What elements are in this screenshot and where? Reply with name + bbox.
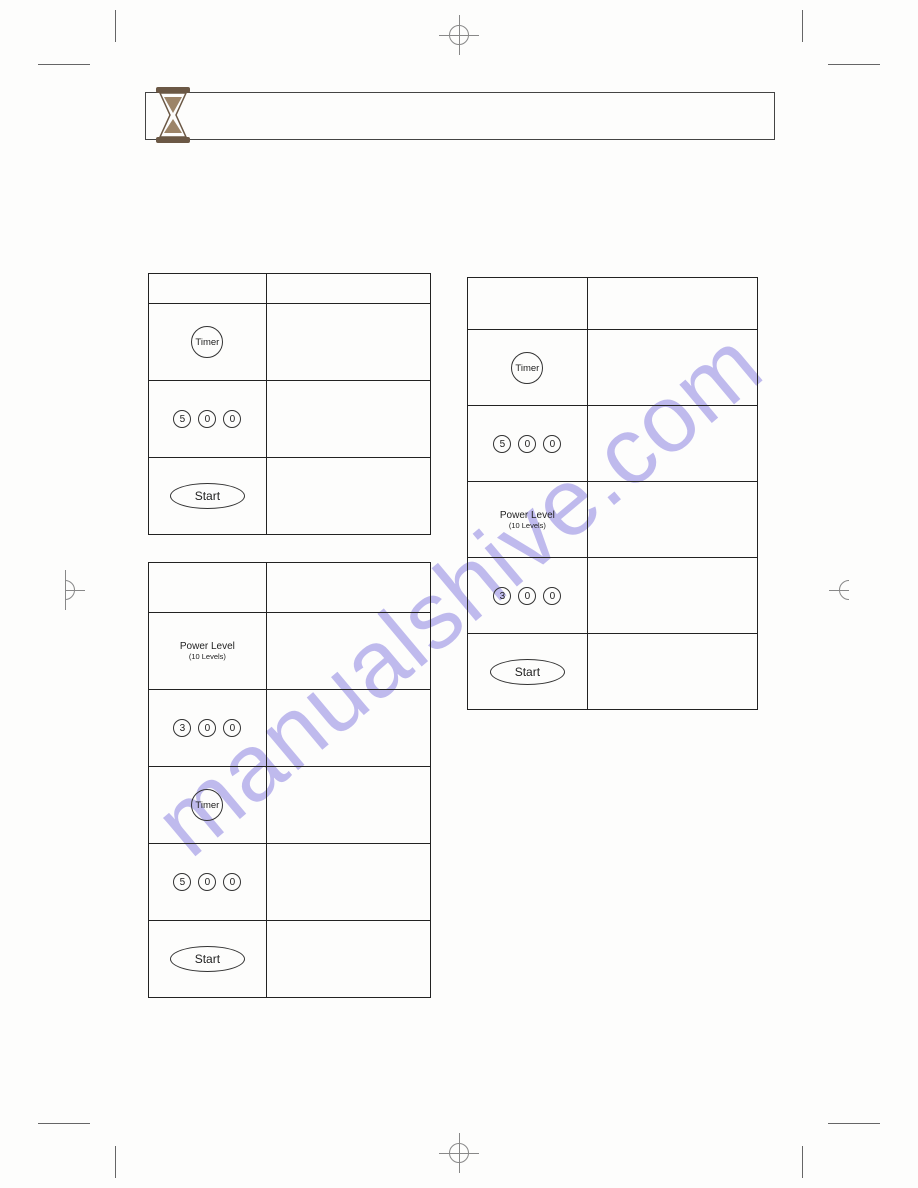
digit-button: 0 <box>223 410 241 428</box>
digit-button: 0 <box>198 410 216 428</box>
table-1: Timer 5 0 0 Start <box>148 273 431 535</box>
start-button: Start <box>490 659 565 685</box>
timer-button: Timer <box>511 352 543 384</box>
digit-button: 0 <box>543 435 561 453</box>
digit-row: 3 0 0 <box>149 719 266 737</box>
digit-button: 5 <box>493 435 511 453</box>
power-level-label: Power Level <box>149 641 266 652</box>
digit-button: 0 <box>518 587 536 605</box>
digit-button: 3 <box>493 587 511 605</box>
digit-button: 5 <box>173 873 191 891</box>
header-banner <box>145 92 775 140</box>
digit-row: 5 0 0 <box>468 435 587 453</box>
digit-row: 5 0 0 <box>149 410 266 428</box>
power-level-sub: (10 Levels) <box>149 652 266 661</box>
start-button: Start <box>170 946 245 972</box>
table-3: Timer 5 0 0 Power Level (10 Levels) 3 0 … <box>467 277 758 710</box>
digit-button: 0 <box>198 719 216 737</box>
digit-button: 3 <box>173 719 191 737</box>
timer-button: Timer <box>191 789 223 821</box>
hourglass-icon <box>150 85 196 145</box>
digit-row: 3 0 0 <box>468 587 587 605</box>
digit-button: 0 <box>518 435 536 453</box>
digit-button: 0 <box>223 873 241 891</box>
digit-button: 0 <box>223 719 241 737</box>
digit-button: 0 <box>543 587 561 605</box>
timer-button: Timer <box>191 326 223 358</box>
digit-button: 0 <box>198 873 216 891</box>
power-level-sub: (10 Levels) <box>468 521 587 530</box>
start-button: Start <box>170 483 245 509</box>
digit-row: 5 0 0 <box>149 873 266 891</box>
table-2: Power Level (10 Levels) 3 0 0 Timer 5 0 … <box>148 562 431 998</box>
digit-button: 5 <box>173 410 191 428</box>
power-level-label: Power Level <box>468 510 587 521</box>
